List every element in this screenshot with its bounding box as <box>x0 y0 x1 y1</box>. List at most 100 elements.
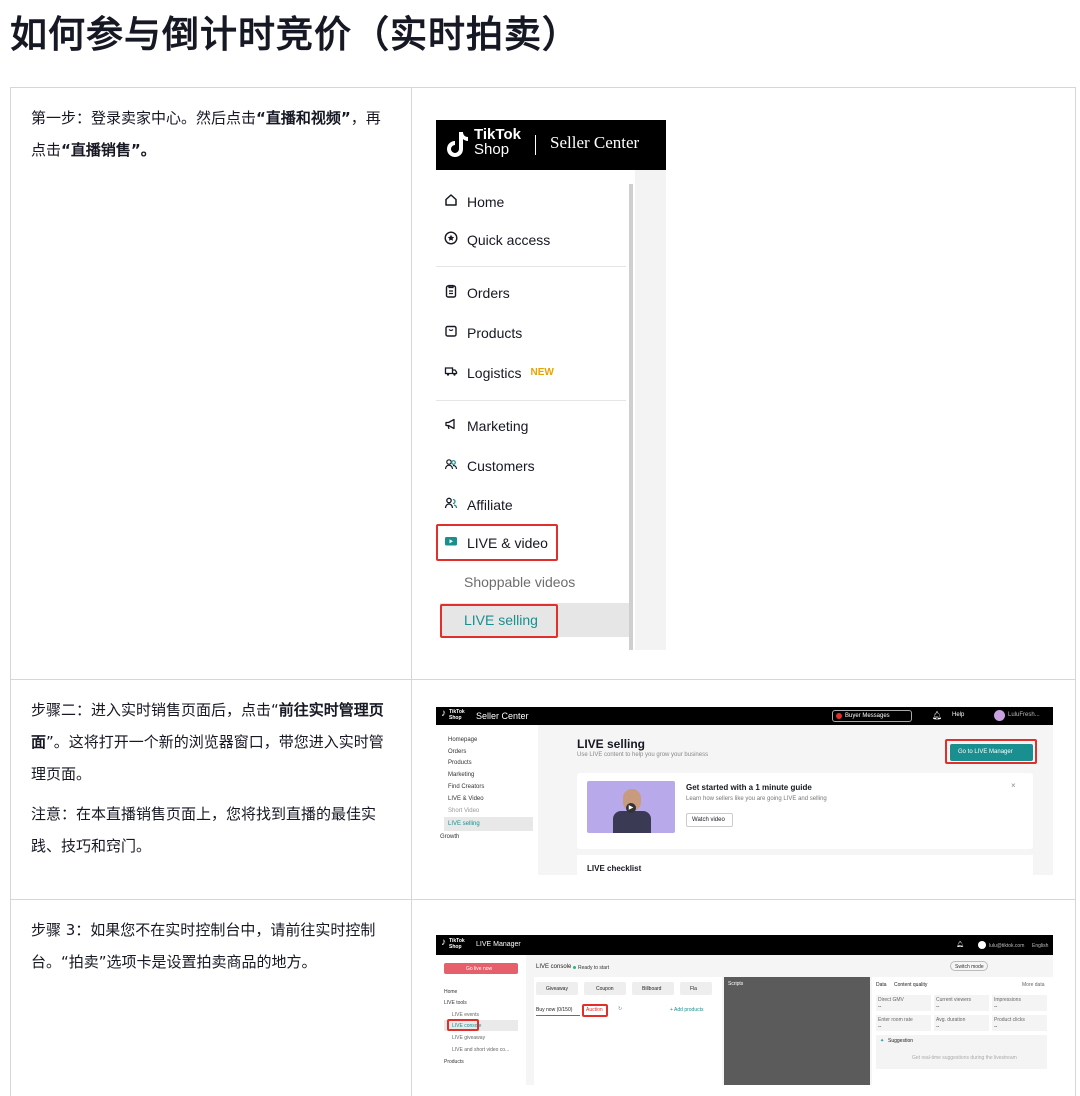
sidebar-item-products[interactable]: Products <box>444 1059 464 1065</box>
text-segment: 第一步：登录卖家中心。然后点击 <box>31 109 257 127</box>
language-select[interactable]: English <box>1032 943 1048 949</box>
sidebar-item-live-short-video[interactable]: LIVE and short video co... <box>452 1047 509 1053</box>
tab-content-quality[interactable]: Content quality <box>894 982 927 988</box>
metric-value: -- <box>936 1024 940 1030</box>
bell-icon[interactable]: 🔔︎ <box>932 711 942 720</box>
tiktok-shop-logo-icon: ♪ TikTok Shop <box>441 708 465 722</box>
products-panel: Giveaway Coupon Billboard Fla Buy now (0… <box>534 977 722 1085</box>
video-thumbnail[interactable]: ▶ <box>587 781 675 833</box>
status-dot <box>573 966 576 969</box>
sidebar-item-marketing[interactable]: Marketing <box>444 417 528 434</box>
users-icon <box>444 457 458 474</box>
refresh-icon[interactable]: ↻ <box>618 1006 622 1012</box>
giveaway-button[interactable]: Giveaway <box>536 982 578 995</box>
billboard-button[interactable]: Billboard <box>632 982 674 995</box>
highlight-box <box>582 1004 608 1017</box>
sidebar-item-label: Customers <box>467 457 535 474</box>
text-segment: ”。这将打开一个新的浏览器窗口，带您进入实时管理页面。 <box>31 733 384 783</box>
step-2-row: 步骤二：进入实时销售页面后，点击“前往实时管理页面”。这将打开一个新的浏览器窗口… <box>11 680 1075 900</box>
sidebar-item-live-selling[interactable]: LIVE selling <box>448 821 480 827</box>
seller-center-sidebar-screenshot: TikTok Shop Seller Center Home Quick acc… <box>436 120 666 650</box>
step-3-instructions: 步骤 3：如果您不在实时控制台中，请前往实时控制台。“拍卖”选项卡是设置拍卖商品… <box>31 921 376 971</box>
tab-data[interactable]: Data <box>876 982 887 988</box>
sidebar-item-orders[interactable]: Orders <box>444 284 510 301</box>
help-menu[interactable]: Help <box>952 712 964 718</box>
brand-label: Seller Center <box>476 711 529 721</box>
avatar[interactable] <box>994 710 1005 721</box>
presenter-body <box>613 811 651 833</box>
avatar[interactable] <box>978 941 986 949</box>
home-icon <box>444 193 458 210</box>
sidebar-item-home[interactable]: Home <box>444 989 457 995</box>
people-icon <box>444 496 458 513</box>
sidebar-item-marketing[interactable]: Marketing <box>448 772 474 778</box>
flash-sale-button[interactable]: Fla <box>680 982 712 995</box>
seller-center-label: Seller Center <box>550 133 640 152</box>
sidebar-item-live-events[interactable]: LIVE events <box>452 1012 479 1018</box>
sidebar-item-live-giveaway[interactable]: LIVE giveaway <box>452 1035 485 1041</box>
step-1-text: 第一步：登录卖家中心。然后点击“直播和视频”，再点击“直播销售”。 <box>11 88 412 679</box>
scripts-toggle[interactable]: Scripts <box>728 981 743 987</box>
step-2-note: 注意：在本直播销售页面上，您将找到直播的最佳实践、技巧和窍门。 <box>31 805 377 855</box>
close-icon[interactable]: × <box>1011 781 1016 790</box>
bell-icon[interactable]: 🔔︎ <box>956 941 964 948</box>
more-data-link[interactable]: More data <box>1022 982 1045 988</box>
watch-video-label: Watch video <box>692 817 725 823</box>
new-badge: NEW <box>530 367 554 378</box>
account-email[interactable]: lulu@tiktok.com <box>989 943 1024 949</box>
metric-card: Avg. duration -- <box>934 1015 989 1031</box>
sidebar-item-products[interactable]: Products <box>448 760 472 766</box>
metric-value: -- <box>878 1024 882 1030</box>
step-3-text: 步骤 3：如果您不在实时控制台中，请前往实时控制台。“拍卖”选项卡是设置拍卖商品… <box>11 900 412 1096</box>
guide-card: ▶ Get started with a 1 minute guide Lear… <box>577 773 1033 849</box>
switch-mode-label: Switch mode <box>955 964 984 970</box>
sidebar-item-orders[interactable]: Orders <box>448 749 466 755</box>
sidebar-scrollbar[interactable] <box>629 184 633 650</box>
sidebar-item-growth[interactable]: Growth <box>440 834 459 840</box>
add-products-link[interactable]: + Add products <box>670 1007 704 1013</box>
sidebar-item-live-tools[interactable]: LIVE tools <box>444 1000 467 1006</box>
go-live-now-button[interactable]: Go live now <box>444 963 518 974</box>
sidebar-item-homepage[interactable]: Homepage <box>448 737 477 743</box>
live-manager-topbar: ♪ TikTok Shop LIVE Manager 🔔︎ lulu@tiktok.… <box>436 935 1053 955</box>
coupon-label: Coupon <box>596 986 614 992</box>
sidebar-item-logistics[interactable]: Logistics NEW <box>444 364 554 381</box>
billboard-label: Billboard <box>642 986 662 992</box>
suggestion-title: Suggestion <box>888 1038 914 1044</box>
metric-value: -- <box>936 1004 940 1010</box>
sidebar-item-customers[interactable]: Customers <box>444 457 535 474</box>
brand-label: LIVE Manager <box>476 941 521 948</box>
sidebar-item-affiliate[interactable]: Affiliate <box>444 496 513 513</box>
buyer-messages-button[interactable]: Buyer Messages <box>832 710 912 722</box>
sidebar-item-live-video[interactable]: LIVE & Video <box>448 796 484 802</box>
step-1-row: 第一步：登录卖家中心。然后点击“直播和视频”，再点击“直播销售”。 TikTok… <box>11 88 1075 680</box>
live-manager-screenshot: ♪ TikTok Shop LIVE Manager 🔔︎ lulu@tiktok.… <box>436 935 1053 1085</box>
coupon-button[interactable]: Coupon <box>584 982 626 995</box>
star-circle-icon <box>444 231 458 248</box>
giveaway-label: Giveaway <box>546 986 568 992</box>
sidebar-item-quick-access[interactable]: Quick access <box>444 231 550 248</box>
sidebar-item-home[interactable]: Home <box>444 193 504 210</box>
metric-label: Enter room rate <box>878 1017 913 1023</box>
sidebar-item-find-creators[interactable]: Find Creators <box>448 784 484 790</box>
watch-video-button[interactable]: Watch video <box>686 813 733 827</box>
metric-label: Current viewers <box>936 997 972 1003</box>
sidebar-item-products[interactable]: Products <box>444 324 522 341</box>
sidebar-subitem-shoppable-videos[interactable]: Shoppable videos <box>464 574 575 590</box>
account-name[interactable]: LuluFresh... <box>1008 712 1040 718</box>
sidebar-item-short-video[interactable]: Short Video <box>448 808 479 814</box>
play-icon[interactable]: ▶ <box>626 803 636 813</box>
seller-center-topbar: ♪ TikTok Shop Seller Center Buyer Messages… <box>436 707 1053 725</box>
metric-card: Impressions -- <box>992 995 1047 1011</box>
step-2-image-cell: ♪ TikTok Shop Seller Center Buyer Messages… <box>412 680 1075 899</box>
switch-mode-button[interactable]: Switch mode <box>950 961 988 971</box>
checklist-card: LIVE checklist <box>577 855 1033 875</box>
sidebar-item-label: Products <box>467 324 523 341</box>
console-title: LIVE console <box>536 964 572 970</box>
suggestion-card: ✦ Suggestion Get real-time suggestions d… <box>876 1035 1047 1069</box>
metric-value: -- <box>994 1004 998 1010</box>
suggestion-text: Get real-time suggestions during the liv… <box>912 1055 1017 1061</box>
tab-buy-now[interactable]: Buy now (0/150) <box>536 1007 572 1013</box>
tiktok-logo-icon <box>447 132 468 157</box>
header-divider <box>535 135 536 155</box>
